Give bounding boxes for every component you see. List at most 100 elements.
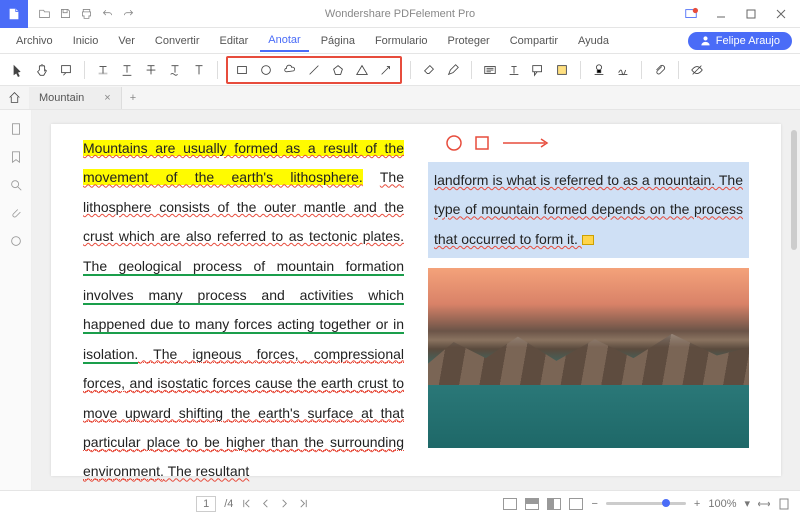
separator (471, 61, 472, 79)
select-tool-icon[interactable] (8, 60, 28, 80)
highlight-tool-icon[interactable] (93, 60, 113, 80)
save-icon[interactable] (59, 7, 72, 20)
fit-page-icon[interactable] (778, 498, 790, 510)
squiggly-tool-icon[interactable] (165, 60, 185, 80)
document-viewport[interactable]: Mountains are usually formed as a result… (32, 110, 800, 490)
view-single-icon[interactable] (503, 498, 517, 510)
area-highlight-icon[interactable] (552, 60, 572, 80)
highlighted-text[interactable]: Mountains are usually formed as a result… (83, 140, 404, 185)
strikethrough-tool-icon[interactable] (141, 60, 161, 80)
next-page-icon[interactable] (279, 498, 290, 509)
pdf-page: Mountains are usually formed as a result… (51, 124, 781, 476)
pencil-tool-icon[interactable] (443, 60, 463, 80)
menu-ayuda[interactable]: Ayuda (570, 31, 617, 51)
menu-convertir[interactable]: Convertir (147, 31, 208, 51)
app-title: Wondershare PDFelement Pro (325, 8, 475, 20)
comments-panel-icon[interactable] (9, 234, 23, 248)
rectangle-shape-icon[interactable] (232, 60, 252, 80)
vertical-scrollbar[interactable] (790, 110, 798, 490)
window-controls (682, 7, 800, 21)
hand-tool-icon[interactable] (32, 60, 52, 80)
menu-anotar[interactable]: Anotar (260, 30, 308, 52)
prev-page-icon[interactable] (260, 498, 271, 509)
caret-tool-icon[interactable] (189, 60, 209, 80)
menu-pagina[interactable]: Página (313, 31, 363, 51)
close-icon[interactable] (772, 7, 790, 21)
menu-bar: Archivo Inicio Ver Convertir Editar Anot… (0, 28, 800, 54)
stamp-tool-icon[interactable] (589, 60, 609, 80)
tail-text: The resultant (164, 463, 249, 479)
note-tool-icon[interactable] (56, 60, 76, 80)
page-total: /4 (224, 498, 233, 510)
separator (641, 61, 642, 79)
left-sidebar (0, 110, 32, 490)
last-page-icon[interactable] (298, 498, 309, 509)
drawn-circle-icon[interactable] (445, 134, 463, 152)
menu-proteger[interactable]: Proteger (440, 31, 498, 51)
signature-tool-icon[interactable] (613, 60, 633, 80)
user-button[interactable]: Felipe Araujo (688, 32, 792, 50)
scrollbar-thumb[interactable] (791, 130, 797, 250)
zoom-knob[interactable] (662, 499, 670, 507)
arrow-shape-icon[interactable] (376, 60, 396, 80)
separator (217, 61, 218, 79)
print-icon[interactable] (80, 7, 93, 20)
fit-width-icon[interactable] (758, 498, 770, 510)
view-facing-continuous-icon[interactable] (569, 498, 583, 510)
bookmarks-icon[interactable] (9, 150, 23, 164)
zoom-dropdown-icon[interactable]: ▾ (744, 497, 750, 510)
typewriter-tool-icon[interactable] (504, 60, 524, 80)
menu-compartir[interactable]: Compartir (502, 31, 566, 51)
tab-bar: Mountain × + (0, 86, 800, 110)
search-icon[interactable] (9, 178, 23, 192)
redo-icon[interactable] (122, 7, 135, 20)
thumbnails-icon[interactable] (9, 122, 23, 136)
status-bar: 1 /4 − + 100% ▾ (0, 490, 800, 516)
first-page-icon[interactable] (241, 498, 252, 509)
menu-archivo[interactable]: Archivo (8, 31, 61, 51)
polygon-shape-icon[interactable] (328, 60, 348, 80)
red-underline-text[interactable]: The igneous forces, compressional forces… (83, 346, 404, 481)
drawn-arrow-icon[interactable] (501, 136, 551, 150)
zoom-value: 100% (708, 498, 736, 510)
eraser-tool-icon[interactable] (419, 60, 439, 80)
menu-formulario[interactable]: Formulario (367, 31, 436, 51)
tab-label: Mountain (39, 92, 84, 104)
home-icon[interactable] (0, 91, 29, 104)
textbox-tool-icon[interactable] (480, 60, 500, 80)
line-shape-icon[interactable] (304, 60, 324, 80)
drawn-shapes (445, 134, 551, 152)
user-name: Felipe Araujo (716, 35, 780, 47)
area-highlight-box[interactable]: landform is what is referred to as a mou… (428, 162, 749, 258)
view-facing-icon[interactable] (547, 498, 561, 510)
drawn-square-icon[interactable] (475, 136, 489, 150)
view-continuous-icon[interactable] (525, 498, 539, 510)
zoom-in-icon[interactable]: + (694, 498, 700, 510)
document-tab[interactable]: Mountain × (29, 87, 122, 109)
attachments-panel-icon[interactable] (9, 206, 23, 220)
maximize-icon[interactable] (742, 7, 760, 21)
zoom-out-icon[interactable]: − (591, 498, 597, 510)
notification-icon[interactable] (682, 7, 700, 21)
hide-annotations-icon[interactable] (687, 60, 707, 80)
undo-icon[interactable] (101, 7, 114, 20)
tab-close-icon[interactable]: × (104, 92, 110, 104)
zoom-slider[interactable] (606, 502, 686, 505)
page-input[interactable]: 1 (196, 496, 216, 512)
add-tab-icon[interactable]: + (122, 92, 144, 104)
open-icon[interactable] (38, 7, 51, 20)
separator (410, 61, 411, 79)
separator (84, 61, 85, 79)
quick-access (28, 7, 145, 20)
circle-shape-icon[interactable] (256, 60, 276, 80)
menu-inicio[interactable]: Inicio (65, 31, 107, 51)
triangle-shape-icon[interactable] (352, 60, 372, 80)
menu-ver[interactable]: Ver (110, 31, 143, 51)
menu-editar[interactable]: Editar (212, 31, 257, 51)
cloud-shape-icon[interactable] (280, 60, 300, 80)
minimize-icon[interactable] (712, 7, 730, 21)
underline-tool-icon[interactable] (117, 60, 137, 80)
attachment-tool-icon[interactable] (650, 60, 670, 80)
callout-tool-icon[interactable] (528, 60, 548, 80)
sticky-note-icon[interactable] (582, 235, 594, 245)
